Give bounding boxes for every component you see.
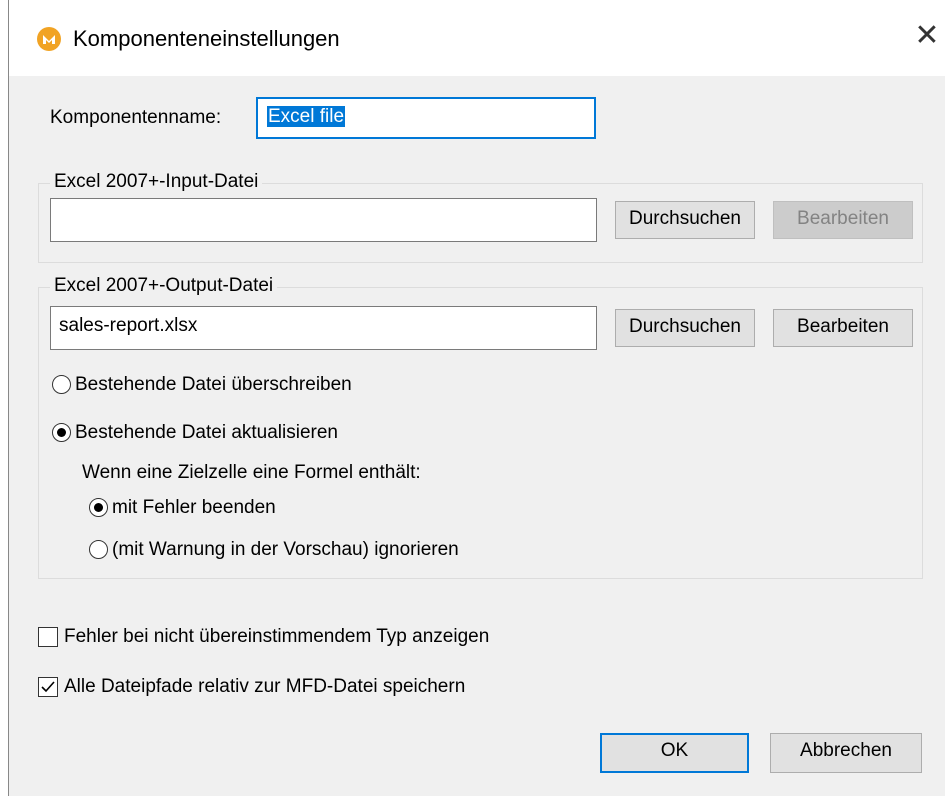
component-name-input[interactable]: Excel file [256, 97, 596, 139]
overwrite-label[interactable]: Bestehende Datei überschreiben [75, 374, 352, 396]
app-logo-icon [37, 27, 61, 51]
dialog-title: Komponenteneinstellungen [73, 26, 340, 51]
type-mismatch-checkbox[interactable] [38, 627, 58, 647]
output-edit-button[interactable]: Bearbeiten [773, 309, 913, 347]
input-browse-button[interactable]: Durchsuchen [615, 201, 755, 239]
overwrite-radio[interactable] [52, 375, 71, 394]
output-file-path-field[interactable]: sales-report.xlsx [50, 306, 597, 350]
formula-prompt-text: Wenn eine Zielzelle eine Formel enthält: [82, 462, 421, 483]
dialog-window: Komponenteneinstellungen ✕ Komponentenna… [8, 0, 945, 796]
component-name-value: Excel file [267, 106, 346, 127]
ok-button[interactable]: OK [600, 733, 749, 773]
abort-radio[interactable] [89, 498, 108, 517]
radio-selected-dot [94, 503, 103, 512]
component-name-label: Komponentenname: [50, 107, 222, 128]
input-edit-button[interactable]: Bearbeiten [773, 201, 913, 239]
cancel-button[interactable]: Abbrechen [770, 733, 922, 773]
type-mismatch-label[interactable]: Fehler bei nicht übereinstimmendem Typ a… [64, 626, 489, 648]
output-browse-button[interactable]: Durchsuchen [615, 309, 755, 347]
output-file-group-title: Excel 2007+-Output-Datei [50, 275, 278, 297]
radio-selected-dot [57, 428, 66, 437]
title-bar: Komponenteneinstellungen ✕ [9, 0, 945, 76]
ignore-radio[interactable] [89, 540, 108, 559]
relative-paths-label[interactable]: Alle Dateipfade relativ zur MFD-Datei sp… [64, 676, 465, 698]
close-icon[interactable]: ✕ [907, 14, 945, 58]
update-label[interactable]: Bestehende Datei aktualisieren [75, 422, 338, 444]
input-file-group-title: Excel 2007+-Input-Datei [50, 171, 263, 193]
update-radio[interactable] [52, 423, 71, 442]
input-file-path-field[interactable] [50, 198, 597, 242]
ignore-label[interactable]: (mit Warnung in der Vorschau) ignorieren [112, 539, 459, 561]
checkmark-icon [41, 681, 55, 693]
abort-label[interactable]: mit Fehler beenden [112, 497, 276, 519]
relative-paths-checkbox[interactable] [38, 677, 58, 697]
